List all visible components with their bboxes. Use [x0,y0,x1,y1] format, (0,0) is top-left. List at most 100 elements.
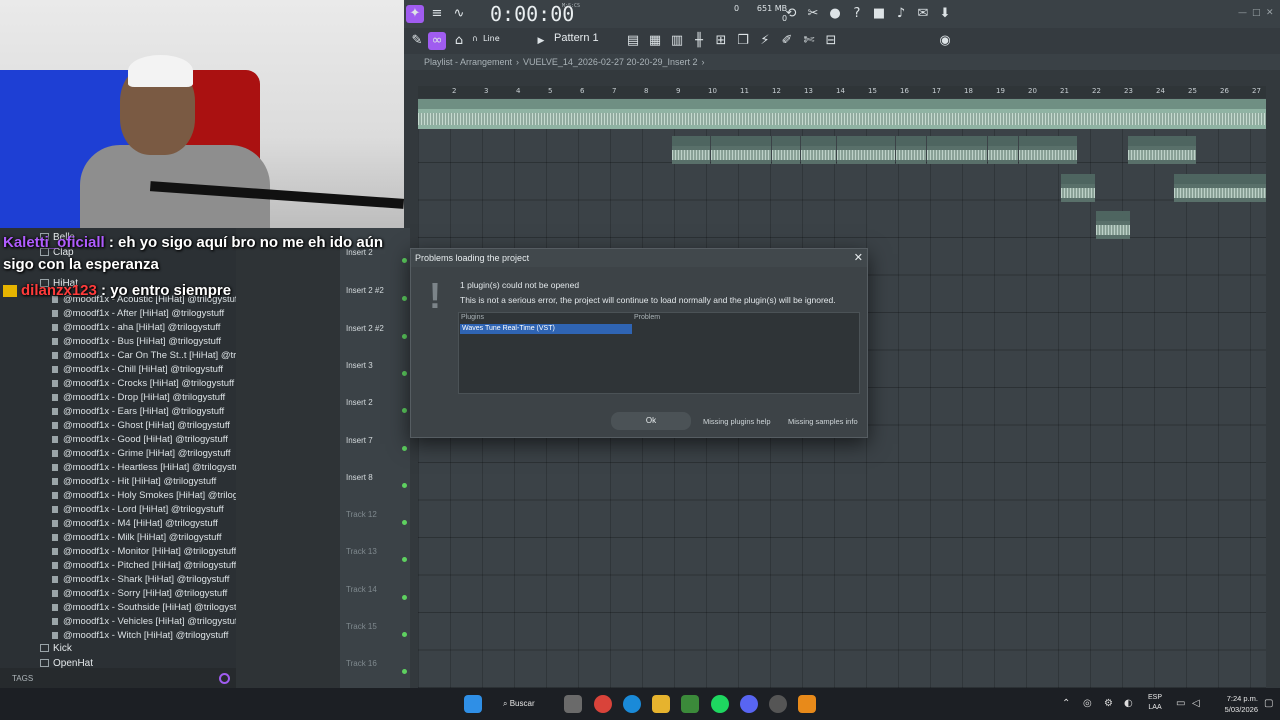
audio-clip[interactable]: VUELV..rt 2 [1019,136,1077,164]
cart-icon[interactable]: ⊟ [822,32,840,50]
channel-rack-icon[interactable]: ▥ [668,32,686,50]
mic-icon[interactable]: ● [826,5,844,23]
audio-clip[interactable]: [FREE] Detroit Type Beat x West Coast Ty… [418,99,1266,129]
track-name[interactable]: Insert 8 [346,473,373,482]
browser-file[interactable]: @moodf1x - Vehicles [HiHat] @trilogystuf… [52,616,240,627]
track-enable-led[interactable] [402,669,407,674]
track-name[interactable]: Track 13 [346,547,377,556]
pattern-selector[interactable]: Pattern 1 [554,32,599,44]
chat-icon[interactable]: ✉ [914,5,932,23]
taskbar-clock[interactable]: 7:24 p.m. 5/03/2026 [1225,693,1258,715]
tray-app-icon[interactable]: ◎ [1083,698,1092,709]
browser-file[interactable]: @moodf1x - Shark [HiHat] @trilogystuff [52,574,229,585]
minimize-icon[interactable]: — [1238,8,1247,18]
audio-clip[interactable]: VUELV..t 2 [672,136,710,164]
track-name[interactable]: Insert 3 [346,361,373,370]
browser-file[interactable]: @moodf1x - Heartless [HiHat] @trilogystu… [52,462,245,473]
audio-clip[interactable]: VUE..2 [988,136,1018,164]
obs-icon[interactable] [769,695,787,713]
browser-file[interactable]: @moodf1x - Chill [HiHat] @trilogystuff [52,364,223,375]
track-name[interactable]: Track 12 [346,510,377,519]
browser-icon[interactable]: ⊞ [712,32,730,50]
file-explorer-icon[interactable] [652,695,670,713]
minecraft-icon[interactable] [681,695,699,713]
fl-studio-icon[interactable] [798,695,816,713]
volume-icon[interactable]: ◁ [1192,698,1200,709]
audio-clip[interactable]: VUELVE_..sert 2 [711,136,771,164]
browser-file[interactable]: @moodf1x - Monitor [HiHat] @trilogystuff [52,546,236,557]
tags-label[interactable]: TAGS [12,674,33,683]
mixer-icon[interactable]: ╫ [690,32,708,50]
audio-clip[interactable]: VUELV..rt 2 [896,136,926,164]
browser-file[interactable]: @moodf1x - Good [HiHat] @trilogystuff [52,434,228,445]
missing-samples-info-button[interactable]: Missing samples info [788,417,858,426]
track-enable-led[interactable] [402,371,407,376]
audio-clip[interactable]: VUELVE_14..._Insert 2 [1174,174,1266,202]
download-icon[interactable]: ⬇ [936,5,954,23]
browser-file[interactable]: @moodf1x - Bus [HiHat] @trilogystuff [52,336,221,347]
browser-file[interactable]: @moodf1x - M4 [HiHat] @trilogystuff [52,518,218,529]
clip-icon[interactable]: ❐ [734,32,752,50]
language-indicator[interactable]: ESP LAA [1148,693,1162,713]
browser-file[interactable]: @moodf1x - Southside [HiHat] @trilogystu… [52,602,247,613]
piano-roll-icon[interactable]: ▦ [646,32,664,50]
song-time[interactable]: 0:00:00 M:S:CS [490,2,580,26]
scissors-icon[interactable]: ✄ [800,32,818,50]
snap-selector[interactable]: ∩ Line [472,34,500,43]
chevron-up-icon[interactable]: ⌃ [1062,698,1070,709]
close-icon[interactable]: ✕ [854,251,863,264]
browser-file[interactable]: @moodf1x - Sorry [HiHat] @trilogystuff [52,588,227,599]
play-arrow-icon[interactable]: ▶ [532,32,550,50]
tray-bluetooth-icon[interactable]: ◐ [1124,698,1133,709]
spotify-icon[interactable] [711,695,729,713]
track-enable-led[interactable] [402,557,407,562]
menu-icon[interactable]: ≡ [428,5,446,23]
browser-file[interactable]: @moodf1x - Pitched [HiHat] @trilogystuff… [52,560,247,571]
audio-clip[interactable]: VUEL..2 [1096,211,1130,239]
browser-folder[interactable]: Kick [40,643,72,654]
track-name[interactable]: Track 16 [346,659,377,668]
undo-icon[interactable]: ⟲ [782,5,800,23]
browser-file[interactable]: @moodf1x - Ears [HiHat] @trilogystuff [52,406,224,417]
stamp-icon[interactable]: ⌂ [450,32,468,50]
track-enable-led[interactable] [402,632,407,637]
save-icon[interactable]: ■ [870,5,888,23]
browser-file[interactable]: @moodf1x - Holy Smokes [HiHat] @trilogys… [52,490,261,501]
discord-icon[interactable] [740,695,758,713]
chrome-icon[interactable] [594,695,612,713]
tray-settings-icon[interactable]: ⚙ [1104,698,1113,709]
search-icon[interactable] [219,673,230,684]
track-name[interactable]: Track 14 [346,585,377,594]
windows-start-icon[interactable] [464,695,482,713]
fl-logo-icon[interactable]: ✦ [406,5,424,23]
maximize-icon[interactable]: □ [1252,8,1261,18]
track-enable-led[interactable] [402,408,407,413]
audio-clip[interactable]: VUELV..t 2 [837,136,895,164]
audio-clip[interactable]: VUELVE_14..nsert 2 [927,136,987,164]
track-enable-led[interactable] [402,520,407,525]
browser-file[interactable]: @moodf1x - Grime [HiHat] @trilogystuff [52,448,230,459]
fl-studio-taskbar-icon[interactable] [564,695,582,713]
missing-plugins-help-button[interactable]: Missing plugins help [703,417,771,426]
cut-icon[interactable]: ✂ [804,5,822,23]
browser-file[interactable]: @moodf1x - Witch [HiHat] @trilogystuff [52,630,228,641]
browser-file[interactable]: @moodf1x - Lord [HiHat] @trilogystuff [52,504,224,515]
browser-file[interactable]: @moodf1x - aha [HiHat] @trilogystuff [52,322,220,333]
close-icon[interactable]: ✕ [1266,8,1274,18]
audio-clip[interactable]: VUE..2 [772,136,800,164]
track-name[interactable]: Insert 2 [346,398,373,407]
track-name[interactable]: Insert 2 #2 [346,324,384,333]
help-icon[interactable]: ? [848,5,866,23]
track-enable-led[interactable] [402,446,407,451]
browser-file[interactable]: @moodf1x - Hit [HiHat] @trilogystuff [52,476,216,487]
network-icon[interactable]: ▭ [1176,698,1185,709]
browser-file[interactable]: @moodf1x - Drop [HiHat] @trilogystuff [52,392,225,403]
taskbar-search[interactable]: ⌕ Buscar [497,694,557,714]
ok-button[interactable]: Ok [611,412,691,430]
wave-icon[interactable]: ∿ [450,5,468,23]
audio-clip[interactable]: VUEL..2 [1061,174,1095,202]
browser-file[interactable]: @moodf1x - Ghost [HiHat] @trilogystuff [52,420,230,431]
browser-file[interactable]: @moodf1x - After [HiHat] @trilogystuff [52,308,224,319]
audio-clip[interactable]: VUE..2 [801,136,836,164]
track-enable-led[interactable] [402,595,407,600]
